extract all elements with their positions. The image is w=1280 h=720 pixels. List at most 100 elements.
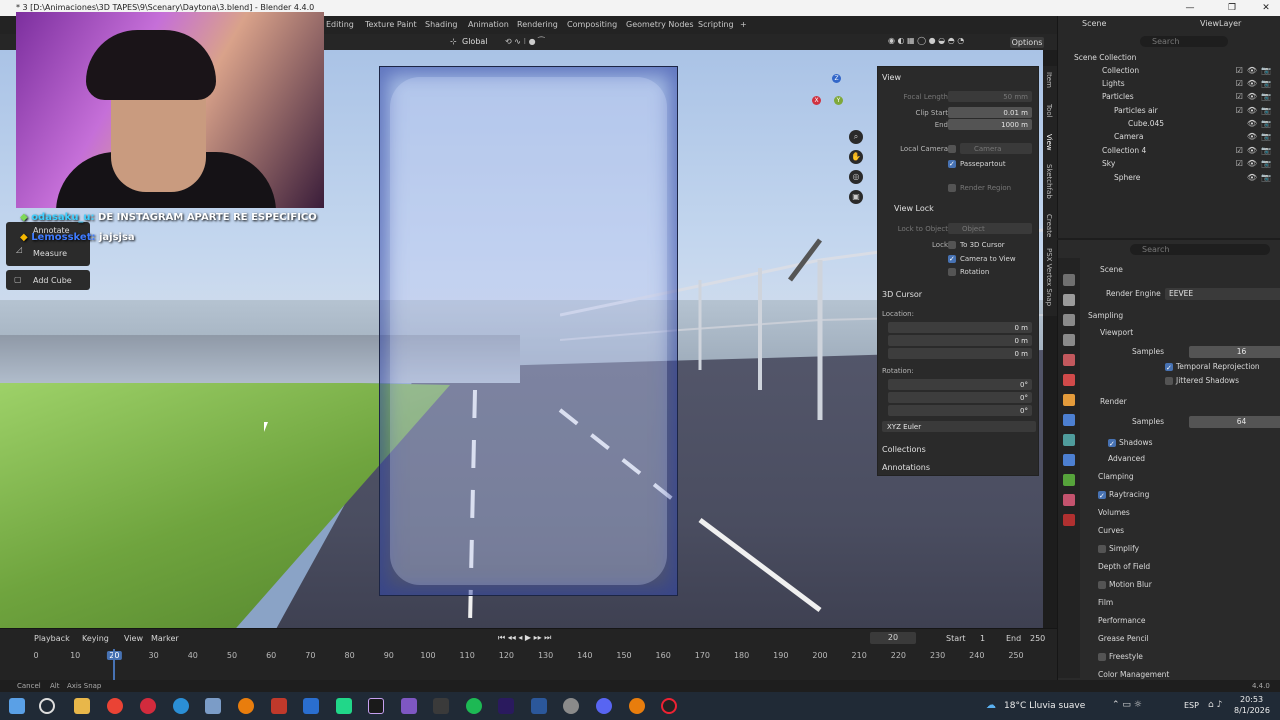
freestyle-checkbox[interactable] (1098, 653, 1106, 661)
tab-scripting[interactable]: Scripting (698, 16, 734, 34)
discord-icon[interactable] (596, 698, 612, 714)
render-subheader[interactable]: Render (1100, 395, 1127, 409)
passepartout-checkbox[interactable] (948, 158, 956, 170)
viewport-shading-icons[interactable]: ◉ ◐ ▦ ◯ ● ◒ ◓ ◔ (888, 36, 964, 45)
network-volume-icons[interactable]: ⌂ ♪ (1208, 700, 1222, 710)
rotation-mode-select[interactable]: XYZ Euler (882, 421, 1036, 432)
visibility-icons[interactable]: 👁📷 (1247, 171, 1275, 184)
cursor-y-field[interactable]: 0 m (888, 335, 1032, 346)
outliner-row[interactable]: Particles (1102, 90, 1134, 103)
visibility-icons[interactable]: ☑👁📷 (1236, 144, 1275, 157)
tab-compositing[interactable]: Compositing (567, 16, 617, 34)
maximize-button[interactable]: ❐ (1218, 0, 1246, 16)
physics-tab-icon[interactable] (1063, 454, 1075, 466)
lock-to-object-field[interactable]: Object (948, 223, 1032, 234)
local-camera-field[interactable]: Camera (960, 143, 1032, 154)
tab-psx-vertex-snap[interactable]: PSX Vertex Snap (1045, 248, 1053, 306)
blender-icon[interactable] (238, 698, 254, 714)
film-header[interactable]: Film (1098, 596, 1113, 610)
close-button[interactable]: ✕ (1252, 0, 1280, 16)
cursor-x-field[interactable]: 0 m (888, 322, 1032, 333)
render-samples-field[interactable]: 64 (1189, 416, 1280, 428)
annotations-header[interactable]: Annotations (882, 463, 930, 472)
outliner-row[interactable]: Collection 4 (1102, 144, 1146, 157)
tab-rendering[interactable]: Rendering (517, 16, 558, 34)
pan-hand-icon[interactable]: ✋ (849, 150, 863, 164)
advanced-subheader[interactable]: Advanced (1108, 452, 1145, 466)
tab-item[interactable]: Item (1045, 72, 1053, 88)
scene-selector[interactable]: Scene (1082, 19, 1106, 28)
visibility-icons[interactable]: ☑👁📷 (1236, 104, 1275, 117)
playback-controls-icons[interactable]: ⏮ ◂◂ ◂ ▶ ▸▸ ⏭ (498, 633, 551, 643)
obs-icon[interactable] (661, 698, 677, 714)
playhead[interactable] (113, 649, 115, 681)
app-icon[interactable] (401, 698, 417, 714)
view-layer-selector[interactable]: ViewLayer (1200, 19, 1241, 28)
local-camera-checkbox[interactable] (948, 145, 956, 153)
playback-menu[interactable]: Playback (34, 634, 70, 643)
properties-search-input[interactable]: Search (1130, 244, 1270, 255)
rotation-lock-checkbox[interactable] (948, 268, 956, 276)
view-section-header[interactable]: View (882, 73, 901, 82)
render-tab-icon[interactable] (1063, 294, 1075, 306)
focal-length-field[interactable]: 50 mm (948, 91, 1032, 102)
performance-header[interactable]: Performance (1098, 614, 1146, 628)
end-frame-field[interactable]: 250 (1030, 634, 1045, 643)
file-explorer-icon[interactable] (74, 698, 90, 714)
outliner-row[interactable]: Cube.045 (1128, 117, 1164, 130)
view-menu[interactable]: View (124, 634, 143, 643)
motion-blur-header[interactable]: Motion Blur (1109, 578, 1152, 592)
tab-texture-paint[interactable]: Texture Paint (365, 16, 417, 34)
material-tab-icon[interactable] (1063, 494, 1075, 506)
search-icon[interactable] (39, 698, 55, 714)
tray-icons[interactable]: ⌃ ▭ ☼ (1112, 700, 1142, 710)
scene-tab-icon[interactable] (1063, 354, 1075, 366)
frame-ruler[interactable]: 0102030405060708090100110120130140150160… (0, 651, 1057, 665)
collections-header[interactable]: Collections (882, 445, 926, 454)
keying-menu[interactable]: Keying (82, 634, 109, 643)
edge-icon[interactable] (173, 698, 189, 714)
curves-header[interactable]: Curves (1098, 524, 1124, 538)
gizmo-z-axis[interactable]: Z (832, 74, 841, 83)
shadows-checkbox[interactable] (1108, 437, 1116, 451)
tab-tool[interactable]: Tool (1045, 104, 1053, 118)
vegas-icon[interactable] (368, 698, 384, 714)
marker-menu[interactable]: Marker (151, 634, 179, 643)
visibility-icons[interactable]: ☑👁📷 (1236, 64, 1275, 77)
outliner-row[interactable]: Camera (1114, 130, 1143, 143)
windows-start-icon[interactable] (9, 698, 25, 714)
view-layer-tab-icon[interactable] (1063, 334, 1075, 346)
measure-tool[interactable]: Measure (33, 249, 67, 258)
clock-date[interactable]: 8/1/2026 (1234, 706, 1270, 715)
clip-start-field[interactable]: 0.01 m (948, 107, 1032, 118)
to-3d-cursor-checkbox[interactable] (948, 241, 956, 249)
temporal-reprojection-checkbox[interactable] (1165, 361, 1173, 375)
gizmo-y-axis[interactable]: Y (834, 96, 843, 105)
tab-create[interactable]: Create (1045, 214, 1053, 237)
clock-time[interactable]: 20:53 (1240, 695, 1263, 704)
visibility-icons[interactable]: 👁📷 (1247, 130, 1275, 143)
pycharm-icon[interactable] (336, 698, 352, 714)
outliner-row[interactable]: Lights (1102, 77, 1125, 90)
weather-text[interactable]: 18°C Lluvia suave (1004, 701, 1085, 711)
language-indicator[interactable]: ESP (1184, 701, 1199, 710)
chrome-icon[interactable] (107, 698, 123, 714)
app-icon[interactable] (433, 698, 449, 714)
texture-tab-icon[interactable] (1063, 514, 1075, 526)
3d-cursor-header[interactable]: 3D Cursor (882, 290, 922, 299)
cursor-ry-field[interactable]: 0° (888, 392, 1032, 403)
particles-tab-icon[interactable] (1063, 434, 1075, 446)
current-frame-field[interactable]: 20 (870, 632, 916, 644)
settings-icon[interactable] (563, 698, 579, 714)
viewport-samples-field[interactable]: 16 (1189, 346, 1280, 358)
add-cube-tool[interactable]: Add Cube (33, 276, 72, 285)
visibility-icons[interactable]: ☑👁📷 (1236, 90, 1275, 103)
tab-animation[interactable]: Animation (468, 16, 509, 34)
tab-geometry-nodes[interactable]: Geometry Nodes (626, 16, 693, 34)
object-tab-icon[interactable] (1063, 394, 1075, 406)
viewport-subheader[interactable]: Viewport (1100, 326, 1133, 340)
sampling-header[interactable]: Sampling (1088, 309, 1123, 323)
raytracing-header[interactable]: Raytracing (1109, 488, 1149, 502)
clip-end-field[interactable]: 1000 m (948, 119, 1032, 130)
gizmo-x-axis[interactable]: X (812, 96, 821, 105)
